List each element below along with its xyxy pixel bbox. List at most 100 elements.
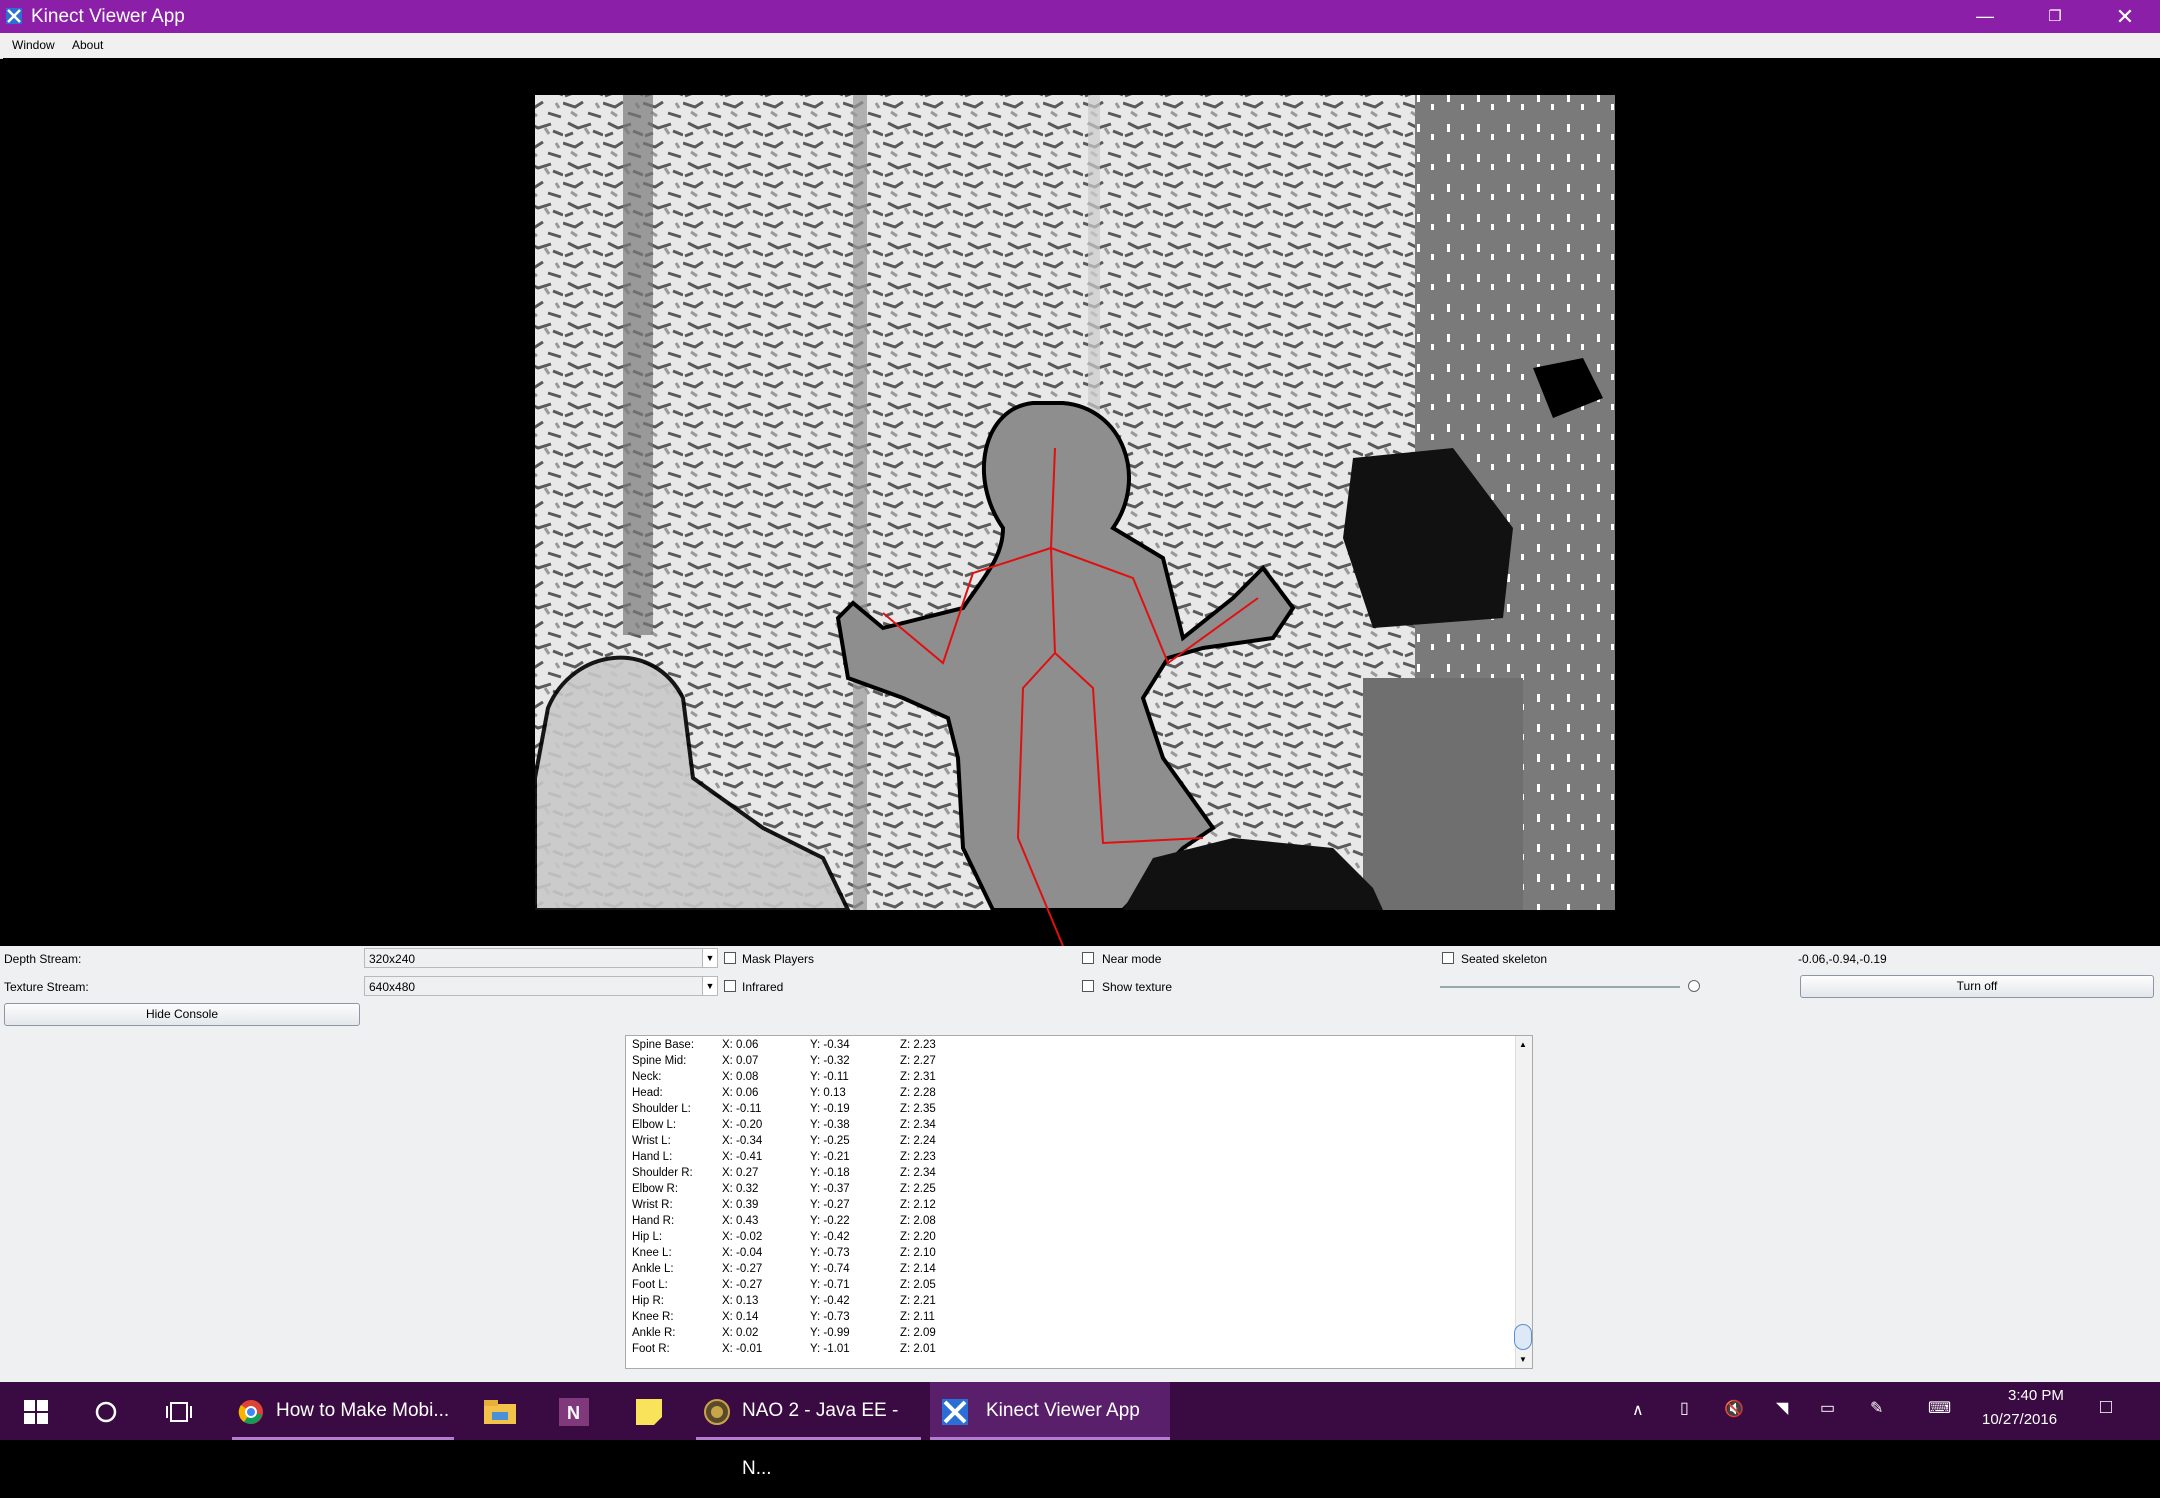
taskbar-eclipse[interactable]: NAO 2 - Java EE - N...	[696, 1382, 921, 1479]
joint-x: X: 0.08	[722, 1071, 759, 1083]
joint-x: X: -0.04	[722, 1247, 763, 1259]
clock-date[interactable]: 10/27/2016	[1982, 1411, 2057, 1428]
joint-x: X: -0.27	[722, 1263, 763, 1275]
title-bar: Kinect Viewer App — ❐ ✕	[0, 0, 2160, 33]
wifi-icon[interactable]: ◥	[1776, 1398, 1788, 1418]
console-scrollbar[interactable]: ▲ ▼	[1514, 1036, 1532, 1368]
depth-image	[533, 95, 1615, 947]
joint-x: X: -0.41	[722, 1151, 763, 1163]
notifications-icon[interactable]: □	[2100, 1396, 2112, 1419]
kinect-app-icon	[6, 8, 22, 24]
joint-x: X: -0.02	[722, 1231, 763, 1243]
joint-name: Ankle R:	[632, 1327, 676, 1339]
joint-x: X: -0.20	[722, 1119, 763, 1131]
depth-viewport[interactable]	[3, 58, 2160, 947]
taskbar-file-explorer[interactable]	[470, 1382, 530, 1440]
joint-name: Spine Base:	[632, 1039, 695, 1051]
joint-y: Y: -1.01	[810, 1343, 850, 1355]
chevron-down-icon: ▼	[702, 977, 717, 995]
joint-y: Y: -0.34	[810, 1039, 850, 1051]
volume-muted-icon[interactable]: 🔇	[1724, 1399, 1744, 1419]
joint-y: Y: -0.73	[810, 1311, 850, 1323]
eclipse-icon	[704, 1399, 730, 1425]
joint-x: X: 0.39	[722, 1199, 759, 1211]
scroll-thumb[interactable]	[1514, 1324, 1532, 1350]
menu-window[interactable]: Window	[12, 38, 55, 52]
joint-name: Wrist R:	[632, 1199, 673, 1211]
joint-z: Z: 2.20	[900, 1231, 936, 1243]
windows-start-icon[interactable]	[24, 1400, 48, 1424]
kinect-app-icon	[942, 1399, 968, 1425]
chevron-up-icon[interactable]: ∧	[1632, 1400, 1644, 1420]
joint-x: X: 0.13	[722, 1295, 759, 1307]
mask-players-checkbox[interactable]	[724, 952, 736, 964]
tilt-slider-handle[interactable]	[1688, 980, 1700, 992]
pen-icon[interactable]: ✎	[1870, 1398, 1883, 1418]
chrome-icon	[238, 1400, 263, 1424]
taskbar-onenote[interactable]: N	[545, 1382, 605, 1440]
hide-console-button[interactable]: Hide Console	[4, 1003, 360, 1026]
joint-x: X: -0.27	[722, 1279, 763, 1291]
usb-icon[interactable]: ▯	[1680, 1398, 1689, 1418]
minimize-icon[interactable]: —	[1950, 0, 2020, 33]
joint-name: Knee L:	[632, 1247, 672, 1259]
joint-z: Z: 2.23	[900, 1039, 936, 1051]
show-texture-checkbox[interactable]	[1082, 980, 1094, 992]
joint-y: Y: -0.18	[810, 1167, 850, 1179]
sticky-notes-icon	[636, 1399, 662, 1425]
joint-name: Hand R:	[632, 1215, 675, 1227]
joint-name: Elbow R:	[632, 1183, 679, 1195]
folder-icon	[484, 1400, 516, 1424]
cortana-icon[interactable]	[94, 1400, 118, 1424]
joint-name: Foot L:	[632, 1279, 668, 1291]
restore-icon[interactable]: ❐	[2020, 0, 2090, 33]
battery-icon[interactable]: ▭	[1820, 1398, 1835, 1418]
keyboard-icon[interactable]: ⌨	[1928, 1398, 1951, 1418]
task-view-icon[interactable]	[165, 1400, 193, 1424]
texture-stream-value: 640x480	[369, 980, 416, 994]
taskbar-kinect-viewer[interactable]: Kinect Viewer App	[930, 1382, 1170, 1440]
joint-name: Elbow L:	[632, 1119, 677, 1131]
joint-name: Hip R:	[632, 1295, 664, 1307]
taskbar-chrome[interactable]: How to Make Mobi...	[232, 1382, 454, 1440]
joint-z: Z: 2.34	[900, 1119, 936, 1131]
texture-stream-select[interactable]: 640x480 ▼	[364, 976, 718, 996]
joint-z: Z: 2.11	[900, 1311, 935, 1323]
joint-y: Y: -0.73	[810, 1247, 850, 1259]
close-icon[interactable]: ✕	[2090, 0, 2160, 33]
taskbar-sticky-notes[interactable]	[620, 1382, 680, 1440]
depth-stream-label: Depth Stream:	[4, 952, 82, 966]
near-mode-label: Near mode	[1102, 952, 1162, 966]
joint-y: Y: -0.71	[810, 1279, 850, 1291]
joint-name: Shoulder R:	[632, 1167, 693, 1179]
near-mode-checkbox[interactable]	[1082, 952, 1094, 964]
joint-name: Knee R:	[632, 1311, 674, 1323]
tilt-slider-track[interactable]	[1440, 986, 1680, 988]
joint-z: Z: 2.35	[900, 1103, 936, 1115]
seated-skeleton-checkbox[interactable]	[1442, 952, 1454, 964]
taskbar: How to Make Mobi... N NAO 2 - Java EE - …	[0, 1382, 2160, 1479]
turn-off-button[interactable]: Turn off	[1800, 975, 2154, 998]
joint-console[interactable]: Spine Base: X: 0.06 Y: -0.34 Z: 2.23 Spine M…	[625, 1035, 1533, 1369]
joint-x: X: 0.43	[722, 1215, 759, 1227]
clock-time[interactable]: 3:40 PM	[2008, 1387, 2064, 1404]
joint-z: Z: 2.27	[900, 1055, 936, 1067]
taskbar-chrome-label: How to Make Mobi...	[276, 1400, 450, 1421]
texture-stream-label: Texture Stream:	[4, 980, 89, 994]
depth-stream-value: 320x240	[369, 952, 416, 966]
joint-y: Y: -0.38	[810, 1119, 850, 1131]
joint-y: Y: -0.37	[810, 1183, 850, 1195]
joint-name: Ankle L:	[632, 1263, 674, 1275]
scroll-up-icon[interactable]: ▲	[1519, 1040, 1527, 1049]
orientation-readout: -0.06,-0.94,-0.19	[1798, 952, 1887, 966]
joint-y: Y: -0.27	[810, 1199, 850, 1211]
infrared-checkbox[interactable]	[724, 980, 736, 992]
joint-x: X: 0.32	[722, 1183, 759, 1195]
menu-about[interactable]: About	[72, 38, 103, 52]
scroll-down-icon[interactable]: ▼	[1519, 1355, 1527, 1364]
taskbar-eclipse-label: NAO 2 - Java EE - N...	[742, 1400, 899, 1479]
joint-z: Z: 2.25	[900, 1183, 936, 1195]
svg-text:N: N	[567, 1403, 580, 1423]
chevron-down-icon: ▼	[702, 949, 717, 967]
depth-stream-select[interactable]: 320x240 ▼	[364, 948, 718, 968]
